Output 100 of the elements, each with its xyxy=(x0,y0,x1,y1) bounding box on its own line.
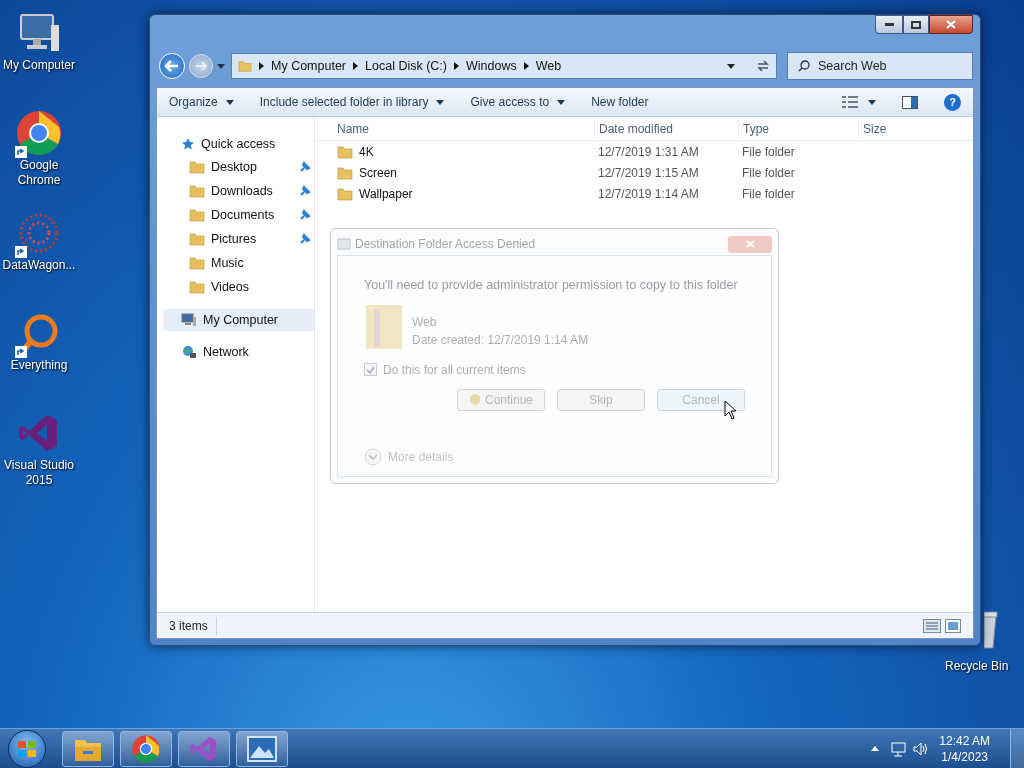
file-name: 4K xyxy=(359,143,374,161)
date-cell-text: 12/7/2019 1:31 AM xyxy=(598,143,700,161)
clock-date: 1/4/2023 xyxy=(941,748,988,765)
desktop-shortcut[interactable]: Google Chrome xyxy=(0,108,78,198)
nav-item[interactable]: Music xyxy=(163,251,314,275)
speaker-icon[interactable] xyxy=(913,741,930,756)
folder-icon xyxy=(189,255,205,271)
recycle-bin-label[interactable]: Recycle Bin xyxy=(945,657,1009,675)
star-icon xyxy=(181,137,195,151)
list-view-icon xyxy=(842,96,858,108)
clock-time: 12:42 AM xyxy=(939,732,990,749)
folder-icon xyxy=(337,185,353,202)
check-icon xyxy=(366,365,375,374)
folder-icon xyxy=(189,231,205,247)
show-desktop-button[interactable] xyxy=(1010,729,1024,768)
globe-network-icon xyxy=(181,345,197,359)
dotted-sphere-icon xyxy=(17,211,61,255)
breadcrumb-item[interactable]: Local Disk (C:) xyxy=(365,56,447,76)
start-button[interactable] xyxy=(8,729,46,768)
toolbar-button[interactable]: New folder xyxy=(591,93,649,111)
breadcrumb-item[interactable]: My Computer xyxy=(271,56,347,76)
close-icon xyxy=(946,20,956,29)
view-options-button[interactable] xyxy=(842,96,876,108)
minimize-button[interactable] xyxy=(875,15,903,34)
search-input[interactable]: Search Web xyxy=(818,56,958,76)
breadcrumb-item[interactable]: Web xyxy=(535,56,562,76)
desktop-shortcut[interactable]: My Computer xyxy=(0,8,78,98)
folder-icon xyxy=(189,207,205,223)
back-button[interactable] xyxy=(159,53,185,79)
show-hidden-icons-icon[interactable] xyxy=(871,746,880,751)
back-arrow-icon xyxy=(165,60,179,72)
maximize-button[interactable] xyxy=(903,15,929,34)
shortcut-label: My Computer xyxy=(3,58,75,73)
nav-item[interactable]: Desktop xyxy=(163,155,314,179)
desktop-shortcut[interactable]: Visual Studio 2015 xyxy=(0,408,78,498)
clock[interactable]: 12:42 AM 1/4/2023 xyxy=(939,732,990,765)
forward-button[interactable] xyxy=(189,54,213,78)
history-caret-icon xyxy=(217,63,225,69)
file-row[interactable]: 4K 12/7/2019 1:31 AM File folder xyxy=(315,141,973,162)
close-button[interactable] xyxy=(929,15,973,34)
breadcrumb-item[interactable]: Windows xyxy=(466,56,517,76)
address-bar[interactable]: My Computer Local Disk (C:) Windows Web xyxy=(231,53,777,79)
breadcrumb-arrow-icon xyxy=(259,62,264,70)
folder-icon xyxy=(238,59,252,73)
nav-item[interactable]: Network xyxy=(163,341,314,363)
network-icon[interactable] xyxy=(891,740,908,757)
refresh-icon xyxy=(756,60,770,72)
thumbnail-view-icon[interactable] xyxy=(945,618,961,633)
nav-item[interactable]: Quick access xyxy=(163,133,314,155)
shortcut-label: Everything xyxy=(10,358,68,373)
dialog-message: You'll need to provide administrator permission to copy to this folder xyxy=(364,277,739,294)
toolbar-button[interactable]: Give access to xyxy=(470,93,566,111)
file-name: Screen xyxy=(359,164,398,182)
taskbar-button[interactable] xyxy=(62,730,114,767)
column-header[interactable]: Size xyxy=(858,119,973,138)
details-view-icon[interactable] xyxy=(923,618,941,633)
preview-pane-icon[interactable] xyxy=(902,95,918,109)
trash-bin-icon[interactable] xyxy=(984,610,998,650)
taskbar-button[interactable] xyxy=(120,730,172,767)
windows-logo-icon xyxy=(17,739,37,758)
nav-item[interactable]: My Computer xyxy=(163,309,314,331)
desktop-shortcut[interactable]: Everything xyxy=(0,308,78,398)
taskbar-button[interactable] xyxy=(236,730,288,767)
nav-item[interactable]: Downloads xyxy=(163,179,314,203)
caret-icon xyxy=(868,99,876,105)
nav-item[interactable]: Videos xyxy=(163,275,314,299)
help-button[interactable]: ? xyxy=(944,93,961,111)
file-row[interactable]: Wallpaper 12/7/2019 1:14 AM File folder xyxy=(315,183,973,204)
item-date-created: Date created: 12/7/2019 1:14 AM xyxy=(412,331,589,349)
breadcrumb-arrow-icon xyxy=(353,62,359,70)
toolbar-button[interactable]: Include selected folder in library xyxy=(259,93,445,111)
dialog-title: Destination Folder Access Denied xyxy=(355,236,536,253)
desktop-shortcut[interactable]: DataWagon... xyxy=(0,208,78,298)
copy-icon xyxy=(337,238,351,250)
file-row[interactable]: Screen 12/7/2019 1:15 AM File folder xyxy=(315,162,973,183)
item-count: 3 items xyxy=(169,616,217,635)
shortcut-label: Visual Studio 2015 xyxy=(3,458,75,488)
folder-icon xyxy=(364,302,404,351)
folder-icon xyxy=(189,183,205,199)
date-cell-text: 12/7/2019 1:15 AM xyxy=(598,164,700,182)
nav-item[interactable]: Pictures xyxy=(163,227,314,251)
file-name: Wallpaper xyxy=(359,185,413,203)
forward-arrow-icon xyxy=(195,61,207,71)
browser-logo-icon xyxy=(15,109,63,157)
search-field[interactable]: Search Web xyxy=(787,52,973,80)
column-header[interactable]: Date modified xyxy=(594,119,738,138)
taskbar-button[interactable] xyxy=(178,730,230,767)
computer-icon xyxy=(181,313,197,327)
dropdown-caret-icon xyxy=(727,63,735,69)
column-header[interactable]: Type xyxy=(738,119,858,138)
date-cell-text: 12/7/2019 1:14 AM xyxy=(598,185,700,203)
browser-logo-icon xyxy=(131,733,161,764)
nav-item[interactable]: Documents xyxy=(163,203,314,227)
minimize-icon xyxy=(884,23,894,26)
toolbar-button[interactable]: Organize xyxy=(169,93,234,111)
picture-icon xyxy=(247,735,277,762)
column-header[interactable]: Name xyxy=(333,119,594,138)
type-cell-text: File folder xyxy=(742,185,796,203)
folder-icon xyxy=(337,164,353,181)
search-icon xyxy=(798,60,810,72)
